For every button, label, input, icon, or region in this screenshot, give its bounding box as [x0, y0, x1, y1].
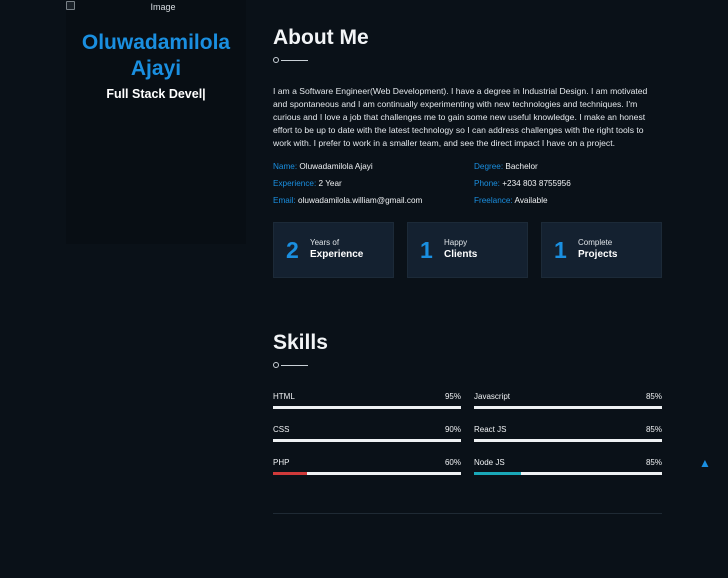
- info-freelance: Freelance: Available: [474, 196, 548, 205]
- skill-name: HTML: [273, 392, 295, 401]
- profile-name-line1: Oluwadamilola: [81, 31, 231, 54]
- chevron-up-icon: ▲: [699, 456, 711, 470]
- stat-label-top: Years of: [310, 238, 340, 247]
- stat-number: 2: [286, 237, 299, 263]
- stat-card-projects: 1 Complete Projects: [541, 222, 662, 278]
- skill-progress-fill: [273, 439, 443, 442]
- skill-progress-track: [273, 439, 461, 442]
- info-name: Name: Oluwadamilola Ajayi: [273, 162, 373, 171]
- sidebar: Image Oluwadamilola Ajayi Full Stack Dev…: [66, 0, 246, 244]
- skill-name: React JS: [474, 425, 507, 434]
- skill-progress-fill: [474, 472, 521, 475]
- skill-progress-fill: [273, 406, 452, 409]
- skill-percent: 85%: [645, 392, 662, 401]
- section-divider: [273, 513, 662, 514]
- skill-percent: 85%: [645, 458, 662, 467]
- stat-card-experience: 2 Years of Experience: [273, 222, 394, 278]
- info-degree: Degree: Bachelor: [474, 162, 538, 171]
- skill-name: Node JS: [474, 458, 505, 467]
- profile-name-line2: Ajayi: [130, 57, 182, 80]
- skill-progress-track: [474, 472, 662, 475]
- profile-name: Oluwadamilola Ajayi: [66, 30, 246, 82]
- skill-progress-track: [474, 439, 662, 442]
- profile-role: Full Stack Devel|: [106, 87, 206, 101]
- stat-label-bottom: Clients: [444, 249, 478, 260]
- about-title: About Me: [273, 26, 369, 49]
- stat-label-bottom: Experience: [310, 249, 364, 260]
- skills-title-decoration: [273, 362, 309, 368]
- stat-label-bottom: Projects: [578, 249, 618, 260]
- about-description: I am a Software Engineer(Web Development…: [273, 86, 648, 148]
- skill-progress-fill: [273, 472, 307, 475]
- back-to-top-button[interactable]: ▲: [698, 456, 712, 470]
- stat-number: 1: [554, 237, 567, 263]
- stat-label-top: Happy: [444, 238, 468, 247]
- about-title-decoration: [273, 57, 309, 63]
- profile-image: Image: [66, 0, 246, 14]
- skill-progress-track: [273, 406, 461, 409]
- skill-percent: 85%: [645, 425, 662, 434]
- skill-progress-fill: [474, 439, 634, 442]
- skill-progress-fill: [474, 406, 634, 409]
- stat-card-clients: 1 Happy Clients: [407, 222, 528, 278]
- info-experience: Experience: 2 Year: [273, 179, 342, 188]
- skill-percent: 60%: [444, 458, 461, 467]
- skill-name: CSS: [273, 425, 290, 434]
- skill-percent: 95%: [444, 392, 461, 401]
- profile-image-alt: Image: [150, 2, 176, 12]
- stat-label-top: Complete: [578, 238, 613, 247]
- skill-progress-track: [474, 406, 662, 409]
- info-email: Email: oluwadamilola.william@gmail.com: [273, 196, 423, 205]
- skill-percent: 90%: [444, 425, 461, 434]
- stat-number: 1: [420, 237, 433, 263]
- info-phone: Phone: +234 803 8755956: [474, 179, 571, 188]
- skills-title: Skills: [273, 331, 328, 354]
- skill-name: PHP: [273, 458, 290, 467]
- broken-image-icon: [66, 1, 75, 10]
- skill-progress-track: [273, 472, 461, 475]
- skill-name: Javascript: [474, 392, 511, 401]
